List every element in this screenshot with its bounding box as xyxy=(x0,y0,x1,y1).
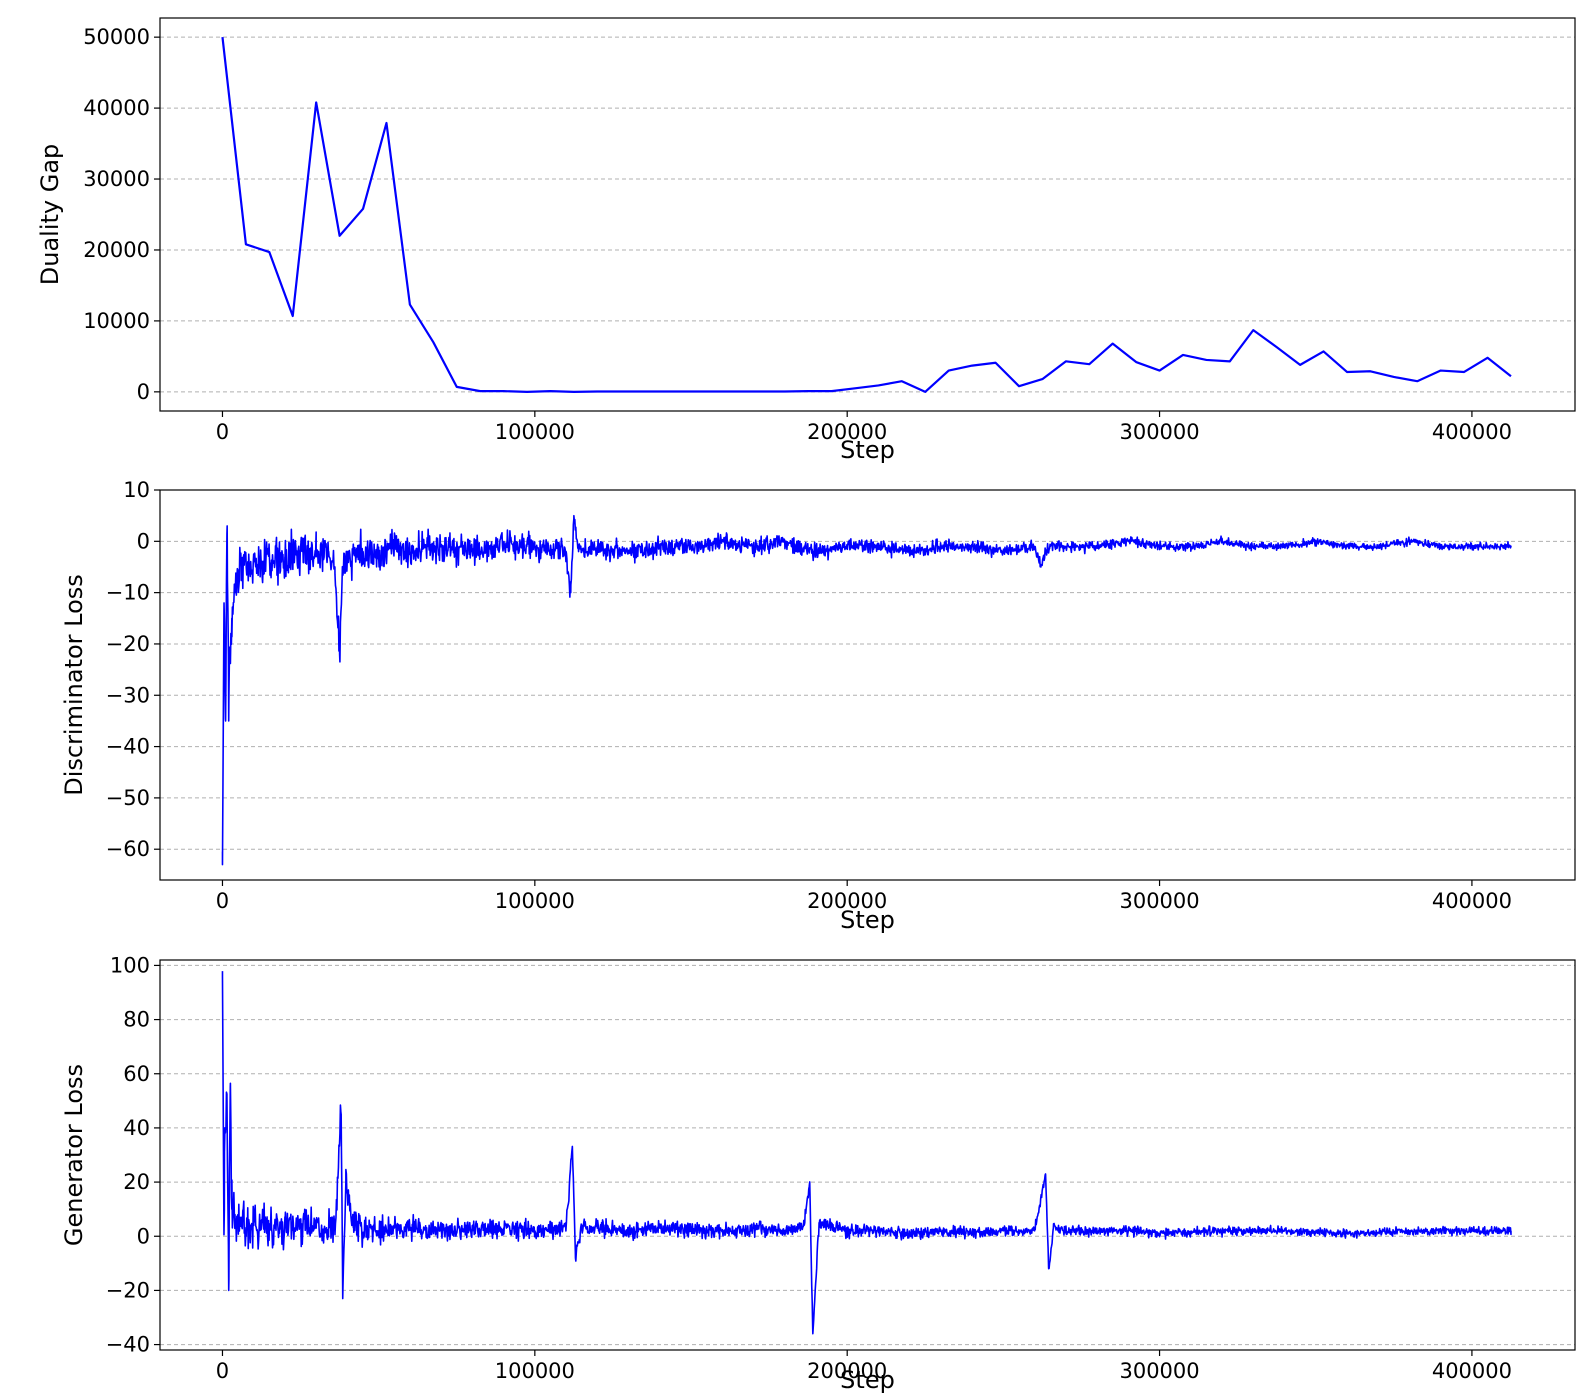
discriminator-loss-y-axis-label: Discriminator Loss xyxy=(60,574,88,796)
duality-gap-x-tick-label: 0 xyxy=(216,420,229,444)
duality-gap-x-tick-label: 400000 xyxy=(1432,420,1512,444)
duality-gap-x-axis-label: Step xyxy=(840,436,895,464)
duality-gap-series-line xyxy=(221,37,1512,393)
discriminator-loss-y-tick-label: −50 xyxy=(106,786,150,810)
generator-loss-y-tick-label: 60 xyxy=(123,1062,150,1086)
discriminator-loss-x-tick-label: 400000 xyxy=(1432,889,1512,913)
duality-gap-plot-frame xyxy=(159,17,1576,412)
generator-loss-y-tick-label: 100 xyxy=(110,953,150,977)
generator-loss-x-tick-label: 400000 xyxy=(1432,1359,1512,1383)
discriminator-loss-y-tick-label: 0 xyxy=(137,529,150,553)
generator-loss-y-tick-label: 80 xyxy=(123,1008,150,1032)
discriminator-loss-y-tick-label: −40 xyxy=(106,735,150,759)
duality-gap-x-tick-label: 300000 xyxy=(1119,420,1199,444)
duality-gap-y-tick-label: 10000 xyxy=(83,309,150,333)
generator-loss-y-tick-label: −20 xyxy=(106,1278,150,1302)
figure: 010000200003000040000500000 100000 200000 3… xyxy=(36,17,1576,1394)
generator-loss-x-tick-label: 300000 xyxy=(1119,1359,1199,1383)
duality-gap-y-tick-label: 40000 xyxy=(83,96,150,120)
discriminator-loss-x-axis-label: Step xyxy=(840,906,895,934)
generator-loss-plot-frame xyxy=(159,959,1576,1351)
generator-loss-y-axis-label: Generator Loss xyxy=(60,1064,88,1246)
duality-gap-y-tick-label: 20000 xyxy=(83,238,150,262)
discriminator-loss-x-tick-label: 100000 xyxy=(495,889,575,913)
generator-loss-y-tick-label: −40 xyxy=(106,1333,150,1357)
generator-loss-x-tick-label: 0 xyxy=(216,1359,229,1383)
discriminator-loss-y-tick-label: 10 xyxy=(123,478,150,502)
generator-loss-panel: 100806040200−20−400 100000 200000 300000 400… xyxy=(60,953,1576,1394)
generator-loss-x-tick-label: 100000 xyxy=(495,1359,575,1383)
discriminator-loss-y-tick-label: −30 xyxy=(106,683,150,707)
generator-loss-y-tick-label: 40 xyxy=(123,1116,150,1140)
discriminator-loss-y-tick-label: −10 xyxy=(106,581,150,605)
duality-gap-y-tick-label: 0 xyxy=(137,380,150,404)
generator-loss-x-axis-label: Step xyxy=(840,1366,895,1394)
generator-loss-y-tick-label: 0 xyxy=(137,1224,150,1248)
duality-gap-y-tick-label: 30000 xyxy=(83,167,150,191)
duality-gap-y-tick-label: 50000 xyxy=(83,25,150,49)
duality-gap-y-axis-label: Duality Gap xyxy=(36,144,64,286)
generator-loss-y-tick-label: 20 xyxy=(123,1170,150,1194)
discriminator-loss-y-tick-label: −60 xyxy=(106,837,150,861)
duality-gap-x-tick-label: 100000 xyxy=(495,420,575,444)
generator-loss-series-line xyxy=(221,971,1512,1335)
duality-gap-panel: 010000200003000040000500000 100000 200000 3… xyxy=(36,17,1576,464)
discriminator-loss-x-tick-label: 300000 xyxy=(1119,889,1199,913)
discriminator-loss-panel: 100−10−20−30−40−50−600 100000 200000 300000… xyxy=(60,478,1576,934)
discriminator-loss-x-tick-label: 0 xyxy=(216,889,229,913)
discriminator-loss-y-tick-label: −20 xyxy=(106,632,150,656)
discriminator-loss-series-line xyxy=(221,514,1512,866)
